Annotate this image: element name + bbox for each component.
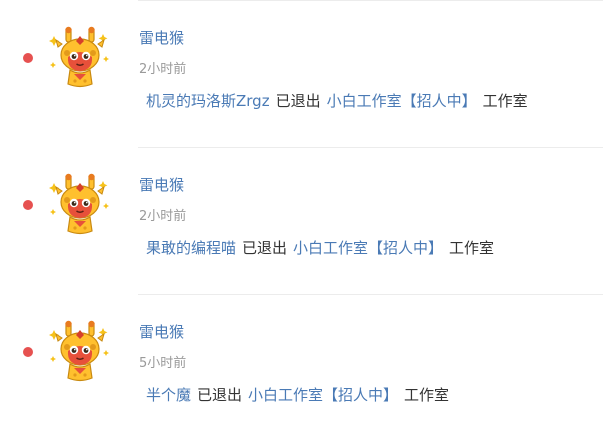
studio-type-text: 工作室 (404, 386, 450, 404)
giraffe-avatar-icon[interactable] (48, 26, 112, 90)
action-text: 已退出 (197, 386, 243, 404)
giraffe-avatar-icon[interactable] (48, 320, 112, 384)
username-link[interactable]: 雷电猴 (139, 28, 184, 48)
unread-dot (23, 347, 33, 357)
studio-type-text: 工作室 (482, 92, 528, 110)
studio-name-link[interactable]: 小白工作室【招人中】 (327, 92, 477, 110)
notification-message: 果敢的编程喵 已退出 小白工作室【招人中】 工作室 (146, 237, 494, 259)
timestamp: 5小时前 (139, 356, 187, 371)
notification-item: 雷电猴 2小时前 果敢的编程喵 已退出 小白工作室【招人中】 工作室 (0, 148, 603, 295)
action-text: 已退出 (275, 92, 321, 110)
username-link[interactable]: 雷电猴 (139, 175, 184, 195)
timestamp: 2小时前 (139, 209, 187, 224)
studio-name-link[interactable]: 小白工作室【招人中】 (293, 239, 443, 257)
notification-item: 雷电猴 2小时前 机灵的玛洛斯Zrgz 已退出 小白工作室【招人中】 工作室 (0, 1, 603, 148)
member-name-link[interactable]: 半个魔 (146, 386, 191, 404)
unread-dot (23, 200, 33, 210)
action-text: 已退出 (242, 239, 288, 257)
studio-type-text: 工作室 (449, 239, 495, 257)
notification-message: 半个魔 已退出 小白工作室【招人中】 工作室 (146, 384, 449, 406)
unread-dot (23, 53, 33, 63)
member-name-link[interactable]: 果敢的编程喵 (146, 239, 236, 257)
notification-feed: 雷电猴 2小时前 机灵的玛洛斯Zrgz 已退出 小白工作室【招人中】 工作室 雷… (0, 0, 603, 436)
studio-name-link[interactable]: 小白工作室【招人中】 (248, 386, 398, 404)
username-link[interactable]: 雷电猴 (139, 322, 184, 342)
member-name-link[interactable]: 机灵的玛洛斯Zrgz (146, 92, 270, 110)
timestamp: 2小时前 (139, 62, 187, 77)
notification-message: 机灵的玛洛斯Zrgz 已退出 小白工作室【招人中】 工作室 (146, 90, 528, 112)
giraffe-avatar-icon[interactable] (48, 173, 112, 237)
notification-item: 雷电猴 5小时前 半个魔 已退出 小白工作室【招人中】 工作室 (0, 295, 603, 442)
